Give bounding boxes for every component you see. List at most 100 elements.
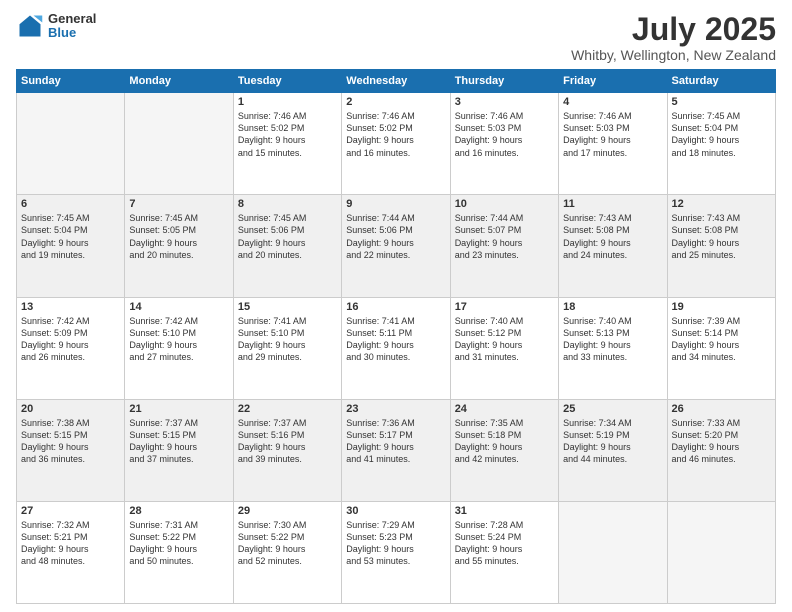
cell-line: and 20 minutes. [238,249,337,261]
cell-line: and 41 minutes. [346,453,445,465]
header-wednesday: Wednesday [342,70,450,93]
cell-line: and 39 minutes. [238,453,337,465]
table-row: 7Sunrise: 7:45 AMSunset: 5:05 PMDaylight… [125,195,233,297]
day-number: 24 [455,403,554,415]
cell-line: Sunset: 5:08 PM [563,224,662,236]
cell-line: Sunrise: 7:37 AM [129,417,228,429]
day-number: 16 [346,301,445,313]
cell-line: Daylight: 9 hours [238,134,337,146]
main-title: July 2025 [571,12,776,47]
cell-line: Daylight: 9 hours [346,441,445,453]
cell-line: and 48 minutes. [21,555,120,567]
header-saturday: Saturday [667,70,775,93]
table-row [667,501,775,603]
cell-line: Sunset: 5:08 PM [672,224,771,236]
cell-line: Daylight: 9 hours [346,543,445,555]
cell-line: Daylight: 9 hours [563,441,662,453]
day-number: 3 [455,96,554,108]
cell-line: Sunset: 5:13 PM [563,327,662,339]
header-tuesday: Tuesday [233,70,341,93]
calendar-table: Sunday Monday Tuesday Wednesday Thursday… [16,69,776,604]
cell-line: Sunset: 5:07 PM [455,224,554,236]
cell-line: and 16 minutes. [346,147,445,159]
table-row: 17Sunrise: 7:40 AMSunset: 5:12 PMDayligh… [450,297,558,399]
cell-line: Sunrise: 7:41 AM [346,315,445,327]
day-number: 30 [346,505,445,517]
cell-line: Daylight: 9 hours [455,237,554,249]
cell-line: Sunset: 5:10 PM [238,327,337,339]
cell-line: Sunset: 5:17 PM [346,429,445,441]
cell-line: and 27 minutes. [129,351,228,363]
cell-line: and 33 minutes. [563,351,662,363]
cell-line: Sunset: 5:02 PM [346,122,445,134]
cell-line: Daylight: 9 hours [563,339,662,351]
table-row: 18Sunrise: 7:40 AMSunset: 5:13 PMDayligh… [559,297,667,399]
day-number: 25 [563,403,662,415]
cell-line: Sunset: 5:21 PM [21,531,120,543]
cell-line: Daylight: 9 hours [21,237,120,249]
calendar-header-row: Sunday Monday Tuesday Wednesday Thursday… [17,70,776,93]
cell-line: and 53 minutes. [346,555,445,567]
day-number: 7 [129,198,228,210]
cell-line: Sunrise: 7:46 AM [238,110,337,122]
cell-line: Daylight: 9 hours [346,237,445,249]
cell-line: Sunset: 5:05 PM [129,224,228,236]
cell-line: and 24 minutes. [563,249,662,261]
day-number: 6 [21,198,120,210]
day-number: 17 [455,301,554,313]
table-row: 16Sunrise: 7:41 AMSunset: 5:11 PMDayligh… [342,297,450,399]
cell-line: and 18 minutes. [672,147,771,159]
cell-line: Sunrise: 7:37 AM [238,417,337,429]
cell-line: Sunset: 5:06 PM [238,224,337,236]
cell-line: Daylight: 9 hours [563,134,662,146]
table-row: 12Sunrise: 7:43 AMSunset: 5:08 PMDayligh… [667,195,775,297]
cell-line: Sunrise: 7:38 AM [21,417,120,429]
cell-line: Sunrise: 7:42 AM [21,315,120,327]
logo-blue-text: Blue [48,26,96,40]
table-row: 2Sunrise: 7:46 AMSunset: 5:02 PMDaylight… [342,93,450,195]
cell-line: Sunrise: 7:29 AM [346,519,445,531]
cell-line: Daylight: 9 hours [129,237,228,249]
table-row: 19Sunrise: 7:39 AMSunset: 5:14 PMDayligh… [667,297,775,399]
cell-line: Sunrise: 7:31 AM [129,519,228,531]
cell-line: Sunrise: 7:43 AM [563,212,662,224]
cell-line: Sunset: 5:03 PM [455,122,554,134]
subtitle: Whitby, Wellington, New Zealand [571,47,776,63]
cell-line: Sunset: 5:06 PM [346,224,445,236]
day-number: 26 [672,403,771,415]
logo: General Blue [16,12,96,41]
header-friday: Friday [559,70,667,93]
cell-line: Daylight: 9 hours [129,543,228,555]
cell-line: and 22 minutes. [346,249,445,261]
cell-line: and 37 minutes. [129,453,228,465]
cell-line: Sunset: 5:24 PM [455,531,554,543]
cell-line: and 29 minutes. [238,351,337,363]
header: General Blue July 2025 Whitby, Wellingto… [16,12,776,63]
cell-line: Daylight: 9 hours [672,441,771,453]
cell-line: Sunrise: 7:36 AM [346,417,445,429]
cell-line: Sunset: 5:02 PM [238,122,337,134]
cell-line: Sunset: 5:20 PM [672,429,771,441]
day-number: 13 [21,301,120,313]
day-number: 15 [238,301,337,313]
cell-line: Daylight: 9 hours [563,237,662,249]
cell-line: Sunrise: 7:34 AM [563,417,662,429]
table-row: 6Sunrise: 7:45 AMSunset: 5:04 PMDaylight… [17,195,125,297]
table-row: 15Sunrise: 7:41 AMSunset: 5:10 PMDayligh… [233,297,341,399]
cell-line: Sunset: 5:04 PM [21,224,120,236]
cell-line: and 26 minutes. [21,351,120,363]
table-row: 8Sunrise: 7:45 AMSunset: 5:06 PMDaylight… [233,195,341,297]
table-row: 28Sunrise: 7:31 AMSunset: 5:22 PMDayligh… [125,501,233,603]
cell-line: Sunrise: 7:40 AM [455,315,554,327]
cell-line: and 19 minutes. [21,249,120,261]
cell-line: and 16 minutes. [455,147,554,159]
cell-line: Sunset: 5:14 PM [672,327,771,339]
cell-line: Sunrise: 7:40 AM [563,315,662,327]
cell-line: Sunset: 5:10 PM [129,327,228,339]
title-block: July 2025 Whitby, Wellington, New Zealan… [571,12,776,63]
day-number: 21 [129,403,228,415]
table-row: 9Sunrise: 7:44 AMSunset: 5:06 PMDaylight… [342,195,450,297]
cell-line: Sunrise: 7:43 AM [672,212,771,224]
cell-line: and 25 minutes. [672,249,771,261]
calendar-week-row: 20Sunrise: 7:38 AMSunset: 5:15 PMDayligh… [17,399,776,501]
